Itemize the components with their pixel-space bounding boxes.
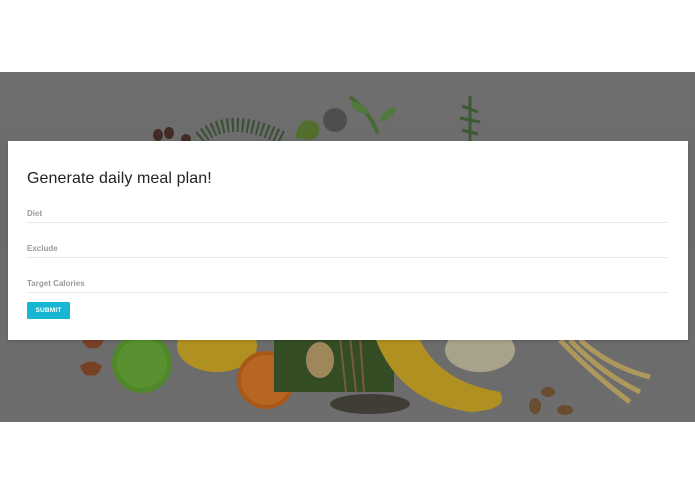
diet-input[interactable] [27,205,668,223]
target-calories-input[interactable] [27,275,668,293]
form-title: Generate daily meal plan! [27,170,212,187]
meal-plan-form: Generate daily meal plan! SUBMIT [8,141,688,340]
exclude-input[interactable] [27,240,668,258]
submit-button[interactable]: SUBMIT [27,302,70,319]
